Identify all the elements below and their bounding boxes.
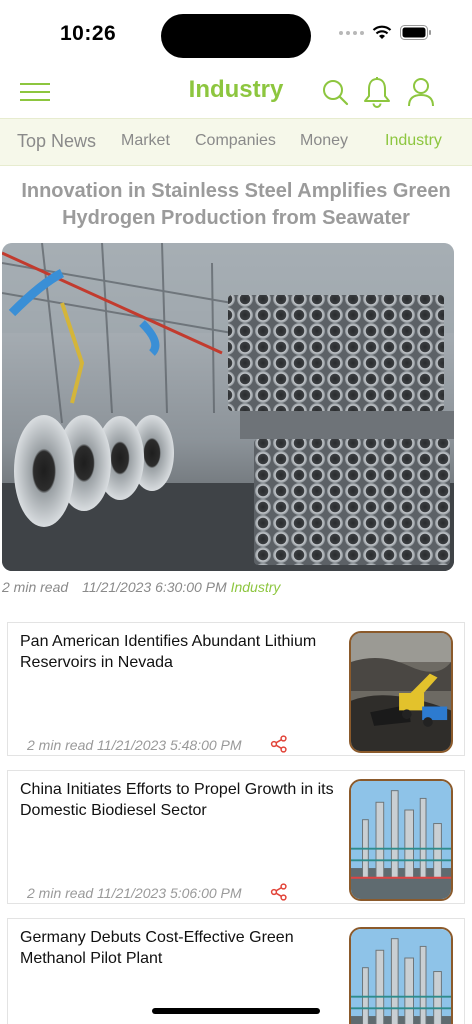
- status-icons: [339, 25, 432, 40]
- tab-top-news[interactable]: Top News: [17, 131, 96, 152]
- page-title: Industry: [188, 76, 284, 103]
- tab-money[interactable]: Money: [300, 132, 348, 150]
- featured-category[interactable]: Industry: [231, 579, 281, 595]
- featured-article-title[interactable]: Innovation in Stainless Steel Amplifies …: [10, 178, 462, 232]
- category-tabs: Top News Market Companies Money Industry: [0, 118, 472, 166]
- tab-industry[interactable]: Industry: [385, 132, 442, 150]
- dynamic-island: [161, 14, 311, 58]
- user-icon[interactable]: [406, 76, 436, 108]
- article-card[interactable]: China Initiates Efforts to Propel Growth…: [7, 770, 465, 904]
- article-meta: 2 min read 11/21/2023 5:48:00 PM: [27, 737, 242, 753]
- article-title[interactable]: China Initiates Efforts to Propel Growth…: [20, 779, 350, 821]
- tab-market[interactable]: Market: [121, 132, 170, 150]
- article-meta: 2 min read 11/21/2023 5:06:00 PM: [27, 885, 242, 901]
- hamburger-menu-icon[interactable]: [20, 78, 52, 106]
- bell-icon[interactable]: [362, 76, 392, 108]
- share-icon[interactable]: [270, 735, 288, 753]
- wifi-icon: [372, 25, 392, 39]
- article-card[interactable]: Pan American Identifies Abundant Lithium…: [7, 622, 465, 756]
- share-icon[interactable]: [270, 883, 288, 901]
- article-thumbnail[interactable]: [349, 631, 453, 753]
- status-bar: 10:26: [0, 0, 472, 66]
- featured-read-time: 2 min read: [2, 579, 69, 595]
- article-thumbnail[interactable]: [349, 779, 453, 901]
- cellular-signal-icon: [339, 30, 364, 35]
- featured-article-meta: 2 min read 11/21/2023 6:30:00 PM Industry: [2, 579, 280, 595]
- home-indicator[interactable]: [152, 1008, 320, 1014]
- featured-article-image[interactable]: [2, 243, 454, 571]
- battery-icon: [400, 25, 431, 40]
- article-thumbnail[interactable]: [349, 927, 453, 1024]
- featured-date: 11/21/2023 6:30:00 PM: [82, 579, 227, 595]
- tab-companies[interactable]: Companies: [195, 132, 276, 150]
- status-time: 10:26: [60, 22, 117, 45]
- article-title[interactable]: Germany Debuts Cost-Effective Green Meth…: [20, 927, 350, 969]
- search-icon[interactable]: [320, 76, 350, 108]
- app-header: Industry: [0, 66, 472, 118]
- article-title[interactable]: Pan American Identifies Abundant Lithium…: [20, 631, 350, 673]
